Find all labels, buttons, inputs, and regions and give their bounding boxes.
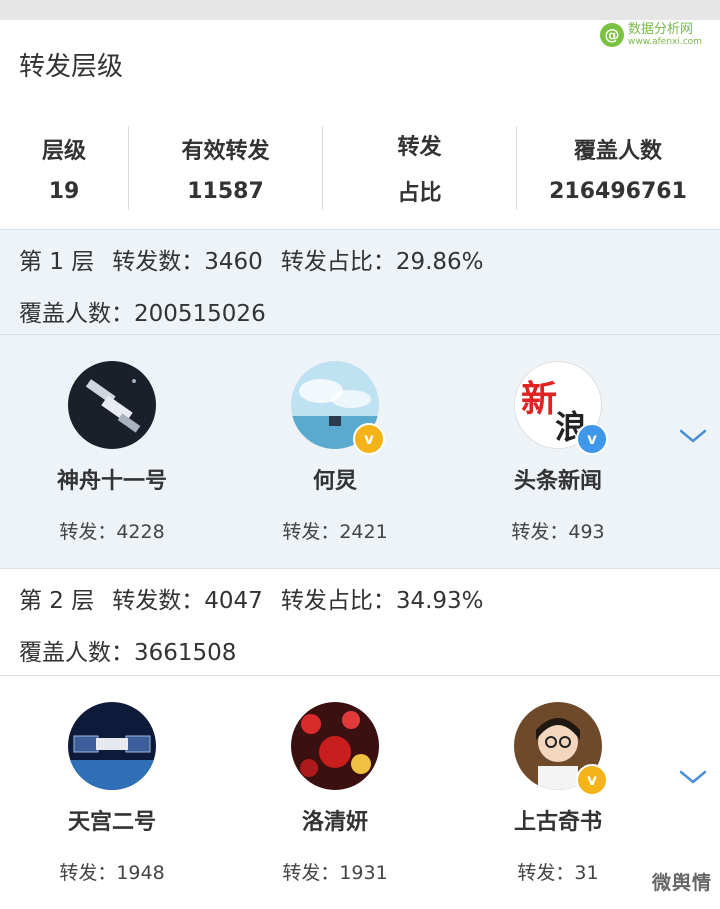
status-bar bbox=[0, 0, 720, 20]
avatar[interactable] bbox=[68, 361, 156, 449]
stat-label: 有效转发 bbox=[181, 138, 270, 164]
user-name[interactable]: 何炅 bbox=[313, 463, 357, 495]
user-name[interactable]: 洛清妍 bbox=[302, 804, 368, 836]
user-card[interactable]: 天宫二号 转发：1948 bbox=[12, 676, 212, 885]
afenxi-logo-icon: @ bbox=[600, 23, 624, 47]
layer-2-header: 第 2 层转发数：4047 转发占比：34.93% 覆盖人数：3661508 bbox=[0, 569, 720, 673]
layer-title: 第 1 层 bbox=[19, 249, 95, 275]
user-card[interactable]: v 何炅 转发：2421 bbox=[235, 335, 435, 544]
stat-label: 覆盖人数 bbox=[573, 138, 662, 164]
avatar[interactable] bbox=[291, 702, 379, 790]
layer-forward-count: 转发数：3460 bbox=[112, 249, 263, 275]
avatar[interactable]: v bbox=[291, 361, 385, 455]
layer-coverage: 覆盖人数：200515026 bbox=[19, 301, 266, 327]
verified-gold-icon: v bbox=[576, 764, 608, 796]
layer-2-users: 天宫二号 转发：1948 洛清妍 转发：1931 v 上古奇书 转发：31 bbox=[0, 676, 720, 909]
user-forwards: 转发：31 bbox=[517, 862, 599, 884]
page-title: 转发层级 bbox=[19, 52, 124, 82]
watermark-logo: @ 数据分析网 www.afenxi.com bbox=[600, 22, 702, 48]
verified-gold-icon: v bbox=[353, 423, 385, 455]
stat-forward-ratio: 转发 占比 bbox=[323, 122, 516, 214]
layer-forward-ratio: 转发占比：29.86% bbox=[280, 249, 484, 275]
stat-value: 11587 bbox=[187, 178, 264, 204]
space-station-avatar-icon bbox=[68, 702, 156, 790]
chevron-down-icon[interactable] bbox=[678, 427, 708, 447]
avatar[interactable]: v bbox=[514, 702, 608, 796]
user-forwards: 转发：1948 bbox=[59, 862, 165, 884]
user-card[interactable]: 洛清妍 转发：1931 bbox=[235, 676, 435, 885]
stats-summary: 层级 19 有效转发 11587 转发 占比 覆盖人数 216496761 bbox=[0, 122, 720, 214]
avatar-char-1: 新 bbox=[521, 378, 558, 420]
user-name[interactable]: 神舟十一号 bbox=[57, 463, 167, 495]
user-card[interactable]: 神舟十一号 转发：4228 bbox=[12, 335, 212, 544]
avatar[interactable] bbox=[68, 702, 156, 790]
user-forwards: 转发：493 bbox=[511, 521, 605, 543]
layer-forward-ratio: 转发占比：34.93% bbox=[280, 588, 484, 614]
user-card[interactable]: v 上古奇书 转发：31 bbox=[458, 676, 658, 885]
stat-label: 层级 bbox=[41, 138, 86, 164]
layer-1-users: 神舟十一号 转发：4228 v 何炅 转发：2421 新 浪 v 头条新闻 转发… bbox=[0, 335, 720, 568]
user-forwards: 转发：2421 bbox=[282, 521, 388, 543]
footer-watermark: 微舆情 bbox=[652, 872, 713, 894]
stat-valid-forwards: 有效转发 11587 bbox=[129, 122, 322, 214]
layer-forward-count: 转发数：4047 bbox=[112, 588, 263, 614]
user-forwards: 转发：1931 bbox=[282, 862, 388, 884]
user-name[interactable]: 上古奇书 bbox=[514, 804, 602, 836]
avatar[interactable]: 新 浪 v bbox=[514, 361, 608, 455]
verified-blue-icon: v bbox=[576, 423, 608, 455]
user-forwards: 转发：4228 bbox=[59, 521, 165, 543]
stat-value: 19 bbox=[48, 178, 80, 204]
layer-title: 第 2 层 bbox=[19, 588, 95, 614]
user-card[interactable]: 新 浪 v 头条新闻 转发：493 bbox=[458, 335, 658, 544]
stat-value: 216496761 bbox=[549, 178, 687, 204]
user-name[interactable]: 天宫二号 bbox=[68, 804, 156, 836]
spacecraft-avatar-icon bbox=[68, 361, 156, 449]
layer-coverage: 覆盖人数：3661508 bbox=[19, 640, 237, 666]
stat-value: 占比 bbox=[397, 181, 442, 206]
watermark-cn: 数据分析网 bbox=[628, 22, 694, 37]
stat-levels: 层级 19 bbox=[0, 122, 128, 214]
festival-avatar-icon bbox=[291, 702, 379, 790]
chevron-down-icon[interactable] bbox=[678, 768, 708, 788]
stat-coverage: 覆盖人数 216496761 bbox=[517, 122, 719, 214]
stat-label: 转发 bbox=[397, 135, 442, 160]
layer-1-header: 第 1 层转发数：3460 转发占比：29.86% 覆盖人数：200515026 bbox=[0, 230, 720, 334]
user-name[interactable]: 头条新闻 bbox=[514, 463, 602, 495]
watermark-en: www.afenxi.com bbox=[628, 37, 702, 47]
